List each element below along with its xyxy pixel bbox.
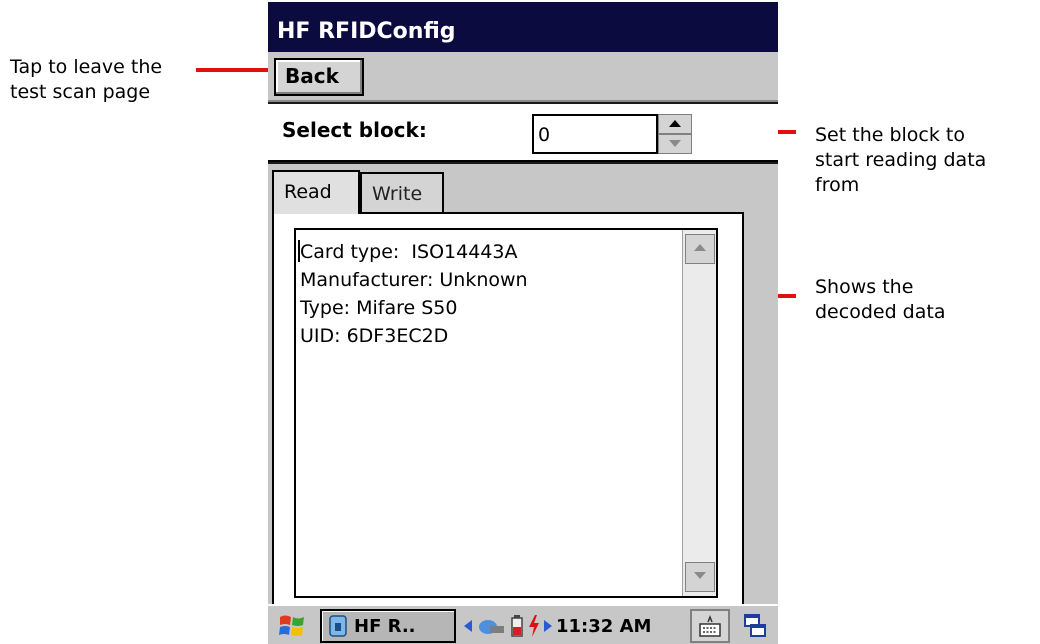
- annotation-back: Tap to leave the test scan page: [10, 55, 162, 105]
- arrow-down-icon: [694, 572, 706, 579]
- device-screen: HF RFIDConfig Back Select block: 0 Read …: [268, 2, 778, 644]
- clock-time[interactable]: 11:32 AM: [556, 616, 651, 637]
- manufacturer-line: Manufacturer: Unknown: [300, 269, 528, 291]
- keyboard-icon: [699, 614, 721, 637]
- app-title: HF RFIDConfig: [268, 2, 778, 52]
- battery-icon[interactable]: [510, 615, 524, 637]
- read-panel: Card type: ISO14443A Manufacturer: Unkno…: [272, 212, 744, 608]
- scroll-down-button[interactable]: [685, 562, 715, 592]
- arrow-up-icon: [669, 120, 681, 127]
- annotation-block-line-2: start reading data: [815, 149, 987, 171]
- tab-read[interactable]: Read: [272, 170, 360, 214]
- select-block-label: Select block:: [282, 118, 427, 142]
- annotation-back-line-2: test scan page: [10, 81, 151, 103]
- annotation-block: Set the block to start reading data from: [815, 123, 986, 198]
- spin-down-button[interactable]: [658, 134, 692, 154]
- taskbar: HF R.. 11:32 AM: [268, 604, 778, 644]
- arrow-down-icon: [669, 140, 681, 147]
- vertical-scrollbar[interactable]: [682, 230, 716, 596]
- annotation-block-line-3: from: [815, 174, 860, 196]
- annotation-decoded-line-1: Shows the: [815, 276, 914, 298]
- window-switcher-button[interactable]: [736, 609, 774, 643]
- rfid-app-icon: [329, 615, 347, 637]
- back-button[interactable]: Back: [274, 58, 364, 96]
- spin-up-button[interactable]: [658, 114, 692, 134]
- arrow-up-icon: [694, 244, 706, 251]
- annotation-block-line-1: Set the block to: [815, 124, 965, 146]
- window-switch-icon: [744, 614, 766, 637]
- system-tray: 11:32 AM: [464, 609, 684, 643]
- annotation-decoded: Shows the decoded data: [815, 275, 945, 325]
- annotation-back-pointer: [196, 68, 276, 72]
- connectivity-icon[interactable]: [476, 615, 506, 637]
- uid-line: UID: 6DF3EC2D: [300, 325, 449, 347]
- taskbar-app-button[interactable]: HF R..: [320, 609, 456, 643]
- select-block-row: Select block: 0: [268, 104, 778, 162]
- card-type-line: Card type: ISO14443A: [300, 241, 518, 263]
- tray-left-arrow-icon: [464, 620, 472, 632]
- type-line: Type: Mifare S50: [300, 297, 458, 319]
- tab-area: Read Write Card type: ISO14443A Manufact…: [268, 164, 778, 612]
- start-button[interactable]: [272, 609, 312, 643]
- block-number-input[interactable]: 0: [532, 114, 658, 154]
- charging-bolt-icon: [529, 615, 539, 637]
- windows-flag-icon: [279, 615, 304, 636]
- toolbar: Back: [268, 52, 778, 102]
- annotation-decoded-line-2: decoded data: [815, 301, 946, 323]
- tray-right-arrow-icon: [544, 620, 552, 632]
- decoded-data-text: Card type: ISO14443A Manufacturer: Unkno…: [300, 238, 705, 350]
- input-panel-button[interactable]: [690, 609, 730, 643]
- decoded-data-textbox[interactable]: Card type: ISO14443A Manufacturer: Unkno…: [294, 228, 718, 598]
- taskbar-app-label: HF R..: [354, 615, 416, 637]
- tab-write[interactable]: Write: [360, 172, 444, 214]
- annotation-back-line-1: Tap to leave the: [10, 56, 163, 78]
- scroll-up-button[interactable]: [685, 234, 715, 264]
